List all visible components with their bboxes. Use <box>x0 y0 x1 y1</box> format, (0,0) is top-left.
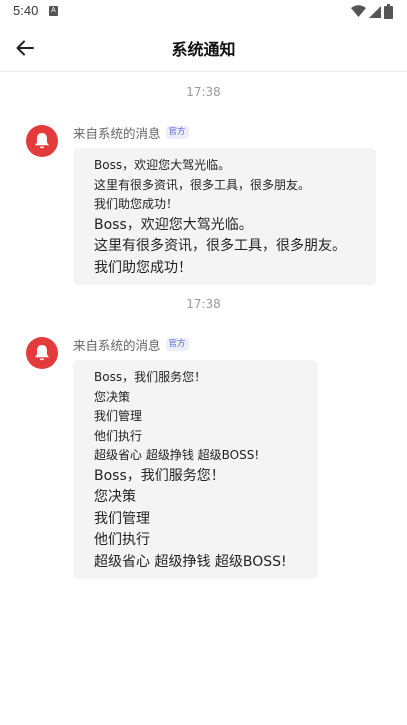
message-line: 他们执行 <box>94 532 150 548</box>
message-line: 这里有很多资讯，很多工具，很多朋友。 <box>94 238 346 254</box>
message-bubble[interactable]: Boss，欢迎您大驾光临。 这里有很多资讯，很多工具，很多朋友。 我们助您成功！… <box>73 148 376 285</box>
message-line: 他们执行 <box>94 428 143 443</box>
sender-name: 来自系统的消息 <box>73 337 161 353</box>
app-header: 系统通知 <box>0 24 407 72</box>
message-line: 您决策 <box>94 489 136 505</box>
page-title: 系统通知 <box>171 40 236 59</box>
message-line: 我们管理 <box>94 510 150 527</box>
message-line: 超级省心 超级挣钱 超级BOSS! <box>94 448 260 462</box>
bell-icon <box>35 133 49 149</box>
message-line: 超级省心 超级挣钱 超级BOSS! <box>94 553 287 570</box>
notification-app-icon: A <box>49 6 58 16</box>
status-time: 5:40 <box>13 3 39 18</box>
timestamp: 17:38 <box>186 297 221 311</box>
message-line: Boss，我们服务您！ <box>94 467 225 484</box>
bell-icon <box>35 345 49 361</box>
message-line: Boss，欢迎您大驾光临。 <box>94 158 231 172</box>
sender-row: 来自系统的消息 官方 <box>73 123 189 141</box>
message-line: 我们助您成功！ <box>94 259 192 276</box>
message-list[interactable]: 17:38 来自系统的消息 官方 Boss，欢迎您大驾光临。 这里有很多资讯，很… <box>0 72 407 725</box>
official-badge: 官方 <box>165 125 189 139</box>
message-line: Boss，欢迎您大驾光临。 <box>94 216 253 233</box>
signal-icon <box>369 6 381 18</box>
official-badge: 官方 <box>165 337 189 351</box>
message-line: 您决策 <box>94 389 131 404</box>
wifi-icon <box>351 5 366 17</box>
timestamp: 17:38 <box>186 85 221 99</box>
avatar[interactable] <box>26 337 58 369</box>
status-bar: 5:40 A <box>0 0 407 24</box>
message-line: 我们管理 <box>94 409 143 423</box>
message-line: Boss，我们服务您！ <box>94 370 207 384</box>
message-line: 这里有很多资讯，很多工具，很多朋友。 <box>94 177 311 192</box>
message-bubble[interactable]: Boss，我们服务您！ 您决策 我们管理 他们执行 超级省心 超级挣钱 超级BO… <box>73 360 318 579</box>
battery-icon <box>384 4 393 19</box>
avatar[interactable] <box>26 125 58 157</box>
message-line: 我们助您成功！ <box>94 197 179 211</box>
sender-row: 来自系统的消息 官方 <box>73 335 189 353</box>
sender-name: 来自系统的消息 <box>73 125 161 141</box>
